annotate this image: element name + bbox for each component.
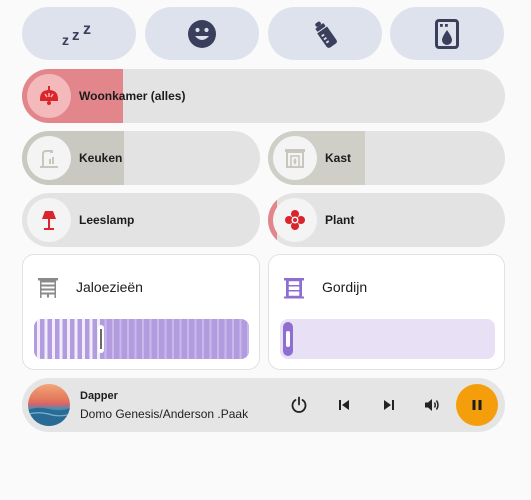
skip-next-icon [384,400,394,410]
pause-button[interactable] [456,384,498,426]
blinds-position-slider[interactable] [34,319,249,359]
curtain-position-slider[interactable] [280,319,495,359]
previous-track-button[interactable] [332,393,356,417]
volume-icon [425,399,439,411]
curtains-icon [283,277,305,304]
blind-slat [142,319,144,359]
blind-slat [247,319,249,359]
media-title: Dapper [80,390,118,402]
svg-text:z: z [83,21,91,38]
washing-machine-icon [435,18,459,49]
sleep-scene-button[interactable]: z z z [22,7,136,60]
light-tile-plant[interactable]: Plant [268,193,505,247]
blinds-slider-grip [100,329,102,349]
power-icon [291,396,307,413]
light-tile-keuken[interactable]: Keuken [22,131,260,185]
curtain-slider-handle[interactable] [283,322,293,356]
smiley-scene-button[interactable] [145,7,259,60]
blind-slat [82,319,85,359]
blind-slat [52,319,55,359]
blind-slat [209,319,212,359]
light-label: Keuken [79,151,123,165]
blind-slat [187,319,189,359]
svg-text:z: z [72,27,80,44]
media-player: Dapper Domo Genesis/Anderson .Paak [22,378,505,432]
blind-slat [104,319,107,359]
blind-slat [179,319,182,359]
blind-slat [37,319,40,359]
cover-title: Gordijn [322,279,368,295]
blind-slat [172,319,174,359]
blind-slat [217,319,219,359]
cover-card-gordijn[interactable]: Gordijn [268,254,505,370]
light-tile-kast[interactable]: Kast [268,131,505,185]
light-label: Plant [325,213,355,227]
skip-previous-icon [339,400,349,410]
kitchen-tap-icon [27,136,71,180]
blind-slat [44,319,48,359]
sleep-icon: z z z [62,21,91,47]
blind-slat [119,319,122,359]
blind-slat [224,319,227,359]
blind-slat [89,319,93,359]
light-label: Leeslamp [79,213,135,227]
pause-icon [472,400,482,410]
blind-slat [149,319,152,359]
baby-bottle-scene-button[interactable] [268,7,382,60]
volume-button[interactable] [420,393,444,417]
smiley-icon [188,19,216,48]
blind-slat [112,319,114,359]
baby-bottle-icon [315,21,337,48]
blind-slat [67,319,70,359]
light-tile-woonkamer[interactable]: Woonkamer (alles) [22,69,505,123]
blinds-icon [37,277,59,304]
cover-title: Jaloezieën [76,279,143,295]
light-label: Kast [325,151,352,165]
blind-slat [164,319,167,359]
cover-card-jaloezieen[interactable]: Jaloezieën [22,254,260,370]
ceiling-light-icon [27,74,71,118]
power-button[interactable] [287,393,311,417]
light-label: Woonkamer (alles) [79,89,186,103]
light-tile-leeslamp[interactable]: Leeslamp [22,193,260,247]
fireplace-icon [273,136,317,180]
next-track-button[interactable] [377,393,401,417]
album-art [28,384,70,426]
blind-slat [157,319,159,359]
blind-slat [194,319,197,359]
blind-slat [74,319,78,359]
flower-icon [273,198,317,242]
blind-slat [59,319,63,359]
washing-machine-scene-button[interactable] [390,7,504,60]
blind-slat [127,319,129,359]
floor-lamp-icon [27,198,71,242]
svg-text:z: z [62,32,69,47]
blind-slat [232,319,234,359]
media-artist: Domo Genesis/Anderson .Paak [80,407,249,421]
blind-slat [239,319,242,359]
blind-slat [134,319,137,359]
blind-slat [202,319,204,359]
